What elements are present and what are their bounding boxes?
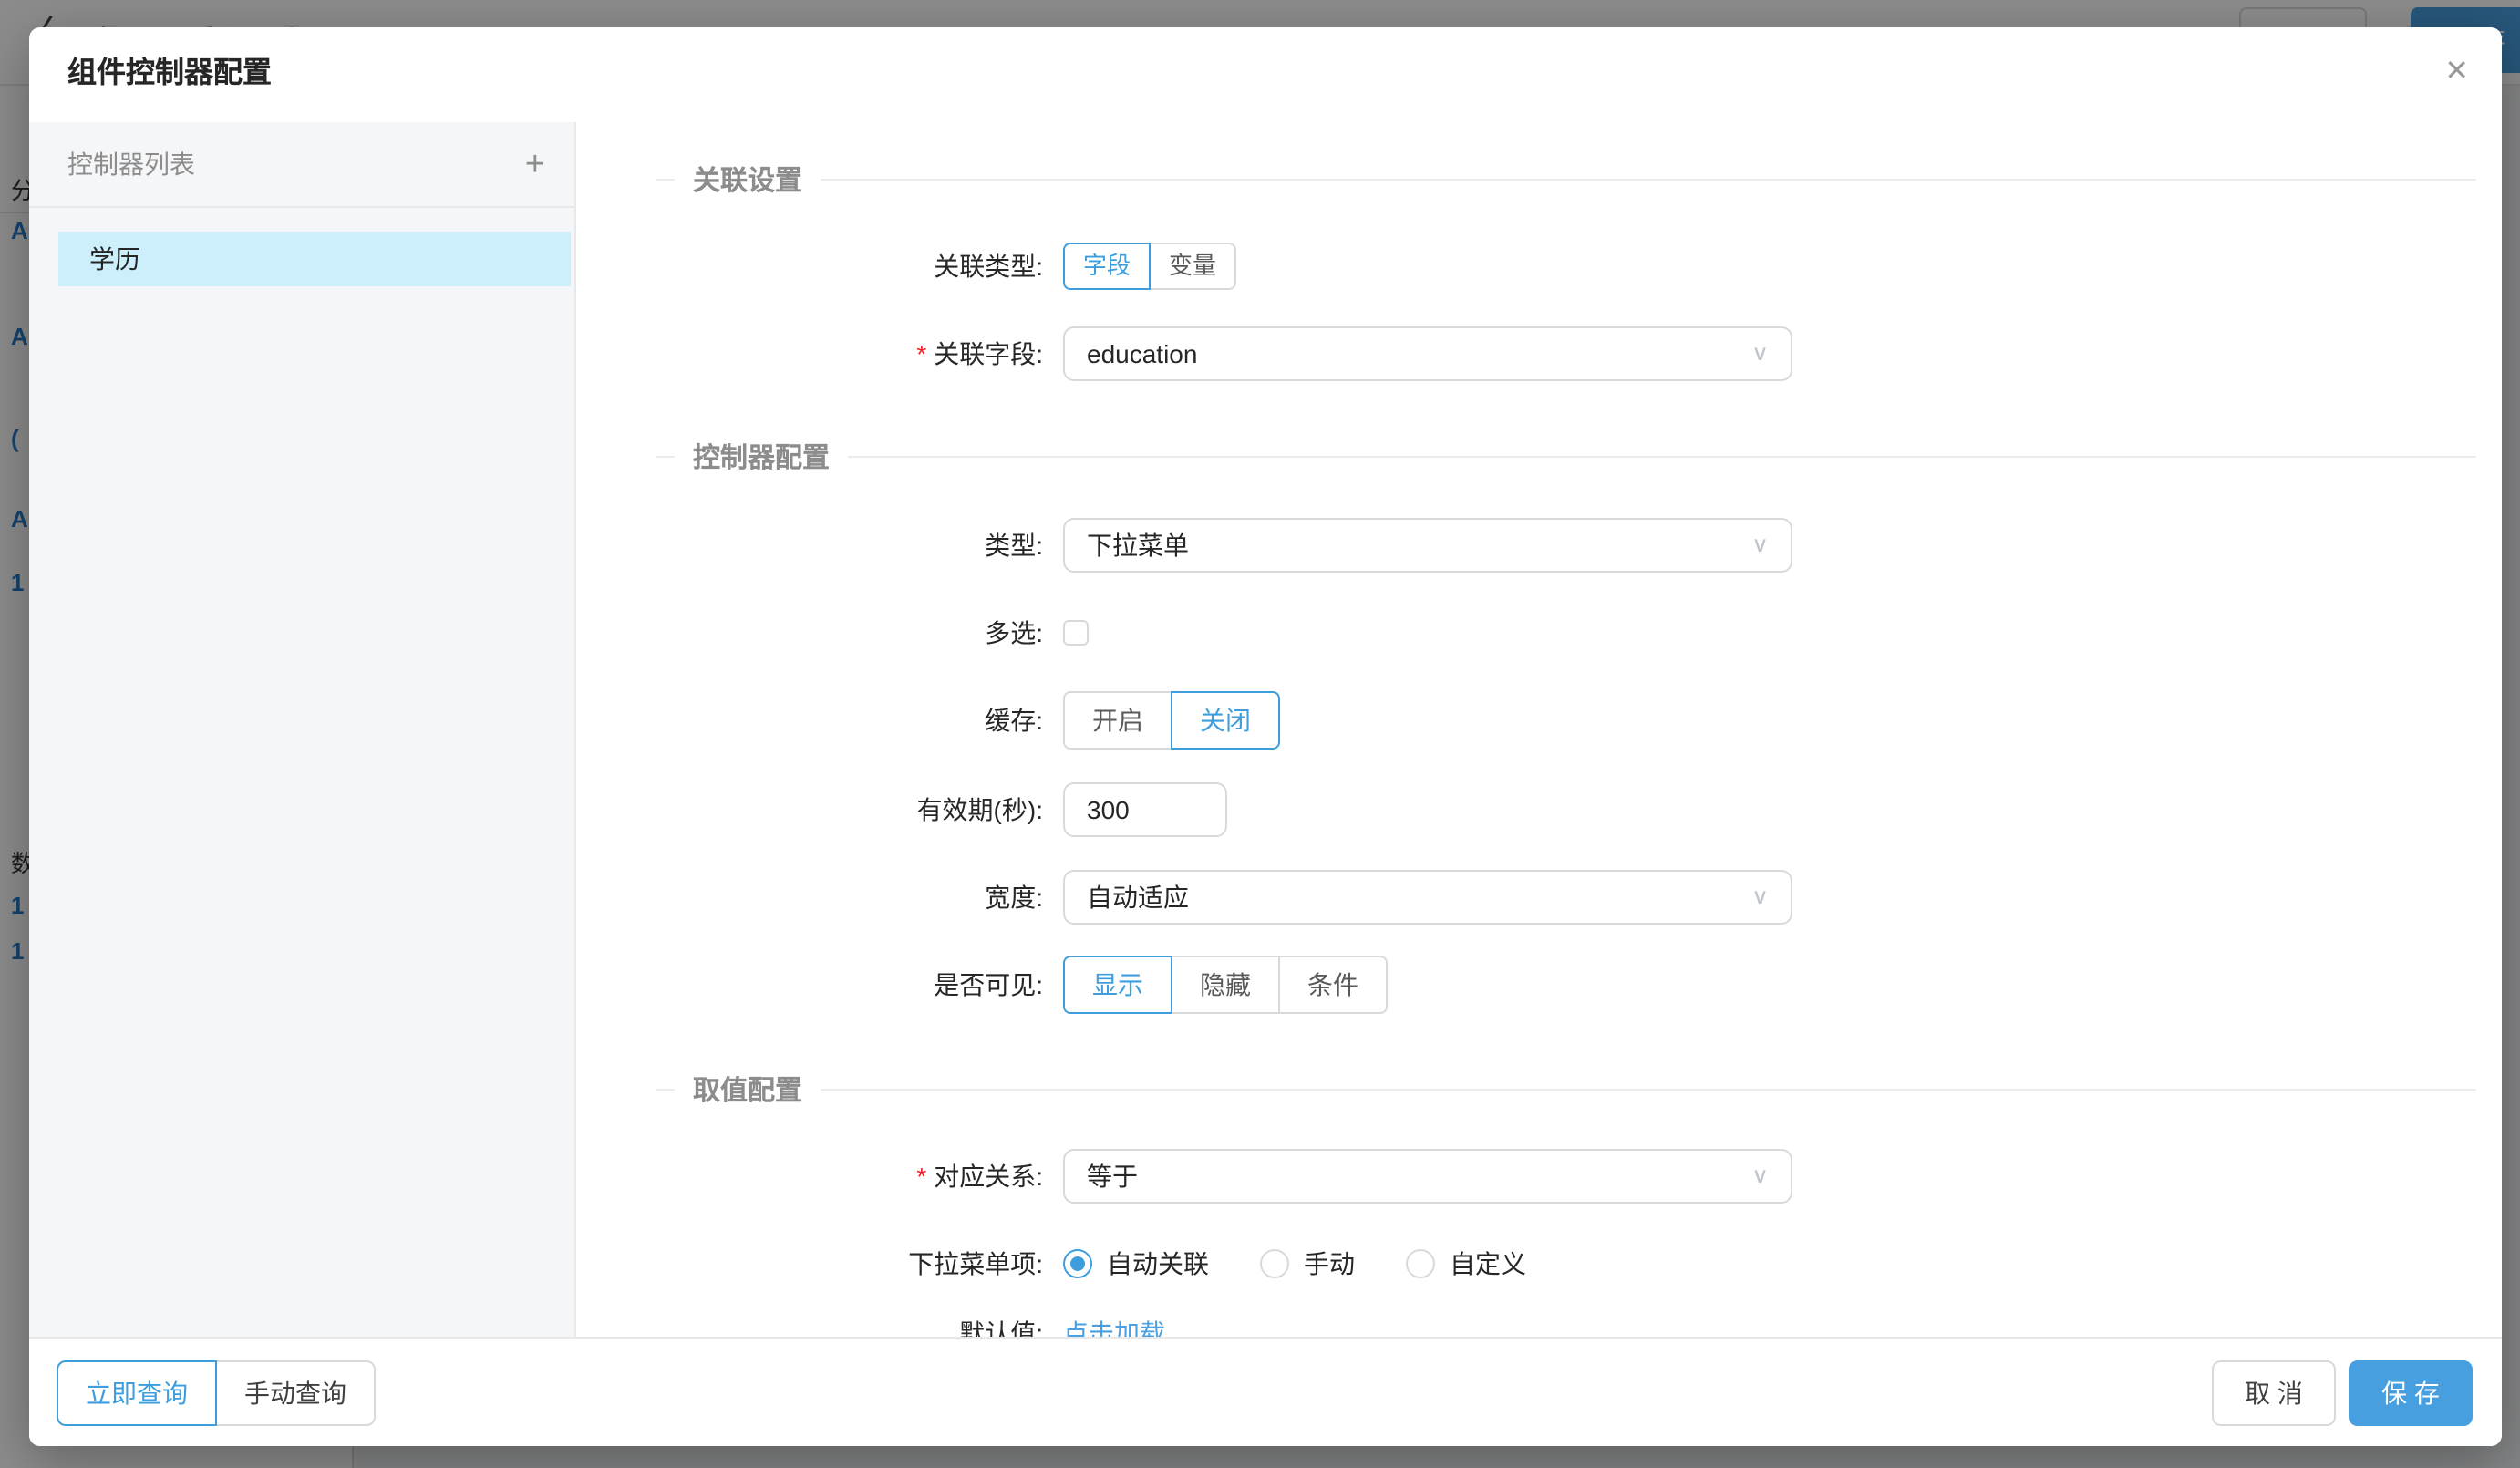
assoc-type-label: 关联类型: bbox=[656, 248, 1043, 284]
radio-label: 手动 bbox=[1304, 1246, 1355, 1282]
relation-label: *对应关系: bbox=[656, 1158, 1043, 1194]
chevron-down-icon: ∨ bbox=[1751, 874, 1769, 920]
section-assoc-settings: 关联设置 bbox=[656, 164, 2476, 193]
query-mode-instant[interactable]: 立即查询 bbox=[57, 1360, 217, 1426]
assoc-type-option-field[interactable]: 字段 bbox=[1063, 243, 1151, 290]
radio-icon bbox=[1260, 1249, 1289, 1278]
screen: 〈 学历分析分布 设 置 保 存 分 A A ( A 1 数 1 1 组件控制器… bbox=[0, 0, 2520, 1468]
assoc-type-option-variable[interactable]: 变量 bbox=[1149, 243, 1236, 290]
section-value-config: 取值配置 bbox=[656, 1074, 2476, 1103]
type-value: 下拉菜单 bbox=[1087, 527, 1189, 563]
cache-group: 开启 关闭 bbox=[1063, 691, 1280, 750]
controller-list-sidebar: 控制器列表 + 学历 bbox=[29, 122, 576, 1337]
radio-label: 自动关联 bbox=[1107, 1246, 1209, 1282]
type-label: 类型: bbox=[656, 527, 1043, 563]
width-label: 宽度: bbox=[656, 879, 1043, 915]
radio-icon bbox=[1063, 1249, 1092, 1278]
assoc-field-row: *关联字段: education ∨ bbox=[656, 326, 1792, 381]
required-asterisk: * bbox=[916, 1162, 926, 1191]
divider bbox=[821, 1088, 2476, 1090]
controller-list-title: 控制器列表 bbox=[67, 150, 195, 179]
type-select[interactable]: 下拉菜单 ∨ bbox=[1063, 518, 1792, 573]
type-row: 类型: 下拉菜单 ∨ bbox=[656, 518, 1792, 573]
divider bbox=[656, 178, 675, 180]
query-mode-group: 立即查询 手动查询 bbox=[57, 1360, 376, 1426]
default-value-label: 默认值: bbox=[656, 1315, 1043, 1337]
query-mode-manual[interactable]: 手动查询 bbox=[215, 1360, 376, 1426]
close-icon[interactable]: ✕ bbox=[2444, 58, 2469, 88]
assoc-field-value: education bbox=[1087, 339, 1197, 368]
controller-list-header: 控制器列表 + bbox=[29, 122, 574, 208]
sidebar-item-education[interactable]: 学历 bbox=[58, 232, 571, 286]
modal-content: 关联设置 关联类型: 字段 变量 *关联字段: education ∨ bbox=[576, 122, 2502, 1337]
relation-select[interactable]: 等于 ∨ bbox=[1063, 1149, 1792, 1204]
modal-title: 组件控制器配置 bbox=[67, 27, 272, 122]
cache-label: 缓存: bbox=[656, 702, 1043, 739]
ttl-input[interactable]: 300 bbox=[1063, 782, 1227, 837]
controller-config-modal: 组件控制器配置 ✕ 控制器列表 + 学历 关联设置 关联类型: 字段 变量 bbox=[29, 27, 2502, 1446]
relation-value: 等于 bbox=[1087, 1158, 1138, 1194]
radio-custom[interactable]: 自定义 bbox=[1406, 1246, 1526, 1282]
save-button[interactable]: 保 存 bbox=[2349, 1360, 2473, 1426]
width-select[interactable]: 自动适应 ∨ bbox=[1063, 870, 1792, 925]
multi-select-checkbox[interactable] bbox=[1063, 620, 1089, 646]
radio-auto-assoc[interactable]: 自动关联 bbox=[1063, 1246, 1209, 1282]
required-asterisk: * bbox=[916, 339, 926, 368]
divider bbox=[848, 455, 2476, 457]
multi-select-label: 多选: bbox=[656, 615, 1043, 651]
ttl-label: 有效期(秒): bbox=[656, 791, 1043, 828]
radio-manual[interactable]: 手动 bbox=[1260, 1246, 1355, 1282]
default-value-row: 默认值: 点击加载 bbox=[656, 1315, 1165, 1337]
add-controller-icon[interactable]: + bbox=[525, 122, 545, 208]
assoc-type-group: 字段 变量 bbox=[1063, 243, 1236, 290]
multi-select-row: 多选: bbox=[656, 609, 1089, 656]
assoc-field-select[interactable]: education ∨ bbox=[1063, 326, 1792, 381]
visibility-row: 是否可见: 显示 隐藏 条件 bbox=[656, 956, 1388, 1014]
visibility-option-show[interactable]: 显示 bbox=[1063, 956, 1172, 1014]
radio-icon bbox=[1406, 1249, 1435, 1278]
visibility-option-hide[interactable]: 隐藏 bbox=[1171, 956, 1280, 1014]
chevron-down-icon: ∨ bbox=[1751, 331, 1769, 377]
section-title: 取值配置 bbox=[693, 1070, 802, 1108]
section-controller-config: 控制器配置 bbox=[656, 441, 2476, 470]
visibility-group: 显示 隐藏 条件 bbox=[1063, 956, 1388, 1014]
assoc-type-row: 关联类型: 字段 变量 bbox=[656, 243, 1236, 290]
cache-row: 缓存: 开启 关闭 bbox=[656, 691, 1280, 750]
visibility-option-condition[interactable]: 条件 bbox=[1278, 956, 1388, 1014]
menu-items-label: 下拉菜单项: bbox=[656, 1246, 1043, 1282]
section-title: 控制器配置 bbox=[693, 437, 830, 475]
assoc-field-label: *关联字段: bbox=[656, 336, 1043, 372]
visibility-label: 是否可见: bbox=[656, 967, 1043, 1003]
divider bbox=[656, 455, 675, 457]
relation-row: *对应关系: 等于 ∨ bbox=[656, 1149, 1792, 1204]
ttl-row: 有效期(秒): 300 bbox=[656, 782, 1227, 837]
radio-label: 自定义 bbox=[1450, 1246, 1526, 1282]
load-default-link[interactable]: 点击加载 bbox=[1063, 1315, 1165, 1337]
modal-footer: 立即查询 手动查询 取 消 保 存 bbox=[29, 1337, 2502, 1446]
menu-items-row: 下拉菜单项: 自动关联 手动 自定义 bbox=[656, 1240, 1577, 1287]
chevron-down-icon: ∨ bbox=[1751, 522, 1769, 568]
menu-items-radio-group: 自动关联 手动 自定义 bbox=[1063, 1246, 1577, 1282]
cache-option-off[interactable]: 关闭 bbox=[1171, 691, 1280, 750]
width-row: 宽度: 自动适应 ∨ bbox=[656, 870, 1792, 925]
divider bbox=[821, 178, 2476, 180]
section-title: 关联设置 bbox=[693, 160, 802, 198]
divider bbox=[656, 1088, 675, 1090]
cancel-button[interactable]: 取 消 bbox=[2212, 1360, 2336, 1426]
width-value: 自动适应 bbox=[1087, 879, 1189, 915]
cache-option-on[interactable]: 开启 bbox=[1063, 691, 1172, 750]
chevron-down-icon: ∨ bbox=[1751, 1153, 1769, 1199]
